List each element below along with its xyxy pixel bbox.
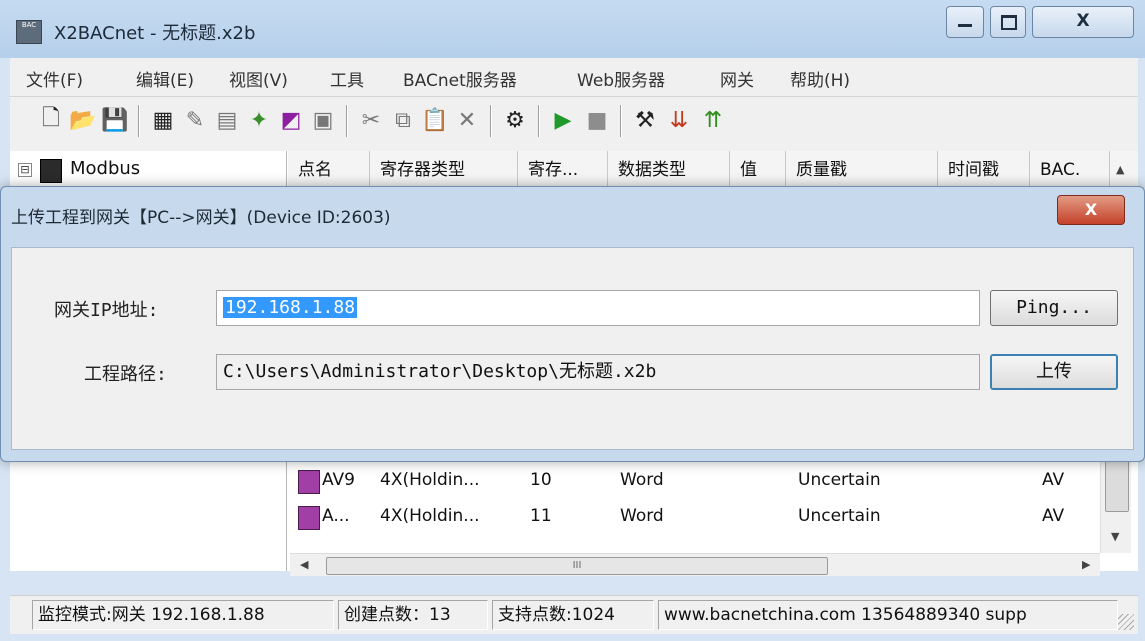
cell-bacnet: AV xyxy=(1042,506,1065,526)
new-device-icon[interactable]: ✦ xyxy=(244,105,274,135)
table-icon[interactable]: ▤ xyxy=(212,105,242,135)
cell-register-type: 4X(Holdin... xyxy=(380,470,480,490)
dialog-close-button[interactable]: X xyxy=(1057,195,1125,225)
cut-icon[interactable]: ✂ xyxy=(356,105,386,135)
menu-view[interactable]: 视图(V) xyxy=(229,66,288,91)
tree-expander[interactable]: ⊟ xyxy=(18,163,32,177)
toolbar-separator xyxy=(346,105,347,137)
properties-icon[interactable]: ▣ xyxy=(308,105,338,135)
menu-file[interactable]: 文件(F) xyxy=(26,66,83,91)
dialog-body: 网关IP地址: 192.168.1.88 Ping... 工程路径: C:\Us… xyxy=(11,247,1134,450)
scroll-down-icon[interactable]: ▼ xyxy=(1111,530,1119,543)
upload-dialog: 上传工程到网关【PC-->网关】(Device ID:2603) X 网关IP地… xyxy=(0,186,1145,462)
delete-icon[interactable]: ✕ xyxy=(452,105,482,135)
menu-help[interactable]: 帮助(H) xyxy=(790,66,850,91)
status-created-points: 创建点数：13 xyxy=(338,600,488,630)
digital-icon[interactable]: ◩ xyxy=(276,105,306,135)
col-point-name[interactable]: 点名 xyxy=(288,151,370,189)
col-data-type[interactable]: 数据类型 xyxy=(608,151,730,189)
resize-grip[interactable] xyxy=(1118,614,1134,630)
status-supported-points: 支持点数:1024 xyxy=(492,600,654,630)
window-close-button[interactable]: X xyxy=(1032,6,1134,38)
col-timestamp[interactable]: 时间戳 xyxy=(938,151,1030,189)
maximize-icon xyxy=(1001,15,1017,30)
project-path-label: 工程路径: xyxy=(84,364,167,385)
table-row[interactable]: A... 4X(Holdin... 11 Word Uncertain AV xyxy=(288,499,1098,535)
window-title: X2BACnet - 无标题.x2b xyxy=(54,23,256,44)
ping-button[interactable]: Ping... xyxy=(990,290,1118,326)
upload-button[interactable]: 上传 xyxy=(990,354,1118,390)
toolbar-separator xyxy=(138,105,139,137)
cell-data-type: Word xyxy=(620,506,664,526)
gateway-ip-input[interactable]: 192.168.1.88 xyxy=(216,290,980,326)
toolbar-separator xyxy=(538,105,539,137)
minimize-button[interactable] xyxy=(946,6,984,38)
gateway-ip-label: 网关IP地址: xyxy=(54,300,159,321)
scroll-up-icon[interactable]: ▲ xyxy=(1116,163,1124,176)
paste-icon[interactable]: 📋 xyxy=(420,105,450,135)
table-header: 点名 寄存器类型 寄存... 数据类型 值 质量戳 时间戳 BAC. ▲ xyxy=(288,151,1138,190)
gateway-ip-value: 192.168.1.88 xyxy=(223,297,358,318)
toolbar-separator xyxy=(490,105,491,137)
build-icon[interactable]: ⚙ xyxy=(500,105,530,135)
analog-value-icon xyxy=(298,506,320,530)
col-quality[interactable]: 质量戳 xyxy=(786,151,938,189)
toolbar-separator xyxy=(620,105,621,137)
cell-register: 10 xyxy=(530,470,552,490)
run-icon[interactable]: ▶ xyxy=(548,105,578,135)
analog-value-icon xyxy=(298,470,320,494)
horizontal-scroll-thumb[interactable]: III xyxy=(326,557,828,575)
cell-data-type: Word xyxy=(620,470,664,490)
toolbar: 🗋 📂 💾 ▦ ✎ ▤ ✦ ◩ ▣ ✂ ⧉ 📋 ✕ ⚙ ▶ ■ ⚒ ⇊ ⇈ xyxy=(10,97,1138,152)
cell-quality: Uncertain xyxy=(798,470,881,490)
cell-point-name: AV9 xyxy=(322,470,355,490)
table-row[interactable]: AV9 4X(Holdin... 10 Word Uncertain AV xyxy=(288,463,1098,499)
cell-quality: Uncertain xyxy=(798,506,881,526)
cell-point-name: A... xyxy=(322,506,350,526)
load-icon[interactable]: ⇊ xyxy=(664,105,694,135)
maximize-button[interactable] xyxy=(990,6,1026,38)
menu-bar: 文件(F) 编辑(E) 视图(V) 工具 BACnet服务器 Web服务器 网关… xyxy=(10,58,1138,97)
app-icon: BAC xyxy=(16,20,42,44)
menu-edit[interactable]: 编辑(E) xyxy=(136,66,194,91)
scroll-left-icon[interactable]: ◀ xyxy=(300,558,308,571)
minimize-icon xyxy=(958,24,972,27)
project-path-field[interactable]: C:\Users\Administrator\Desktop\无标题.x2b xyxy=(216,354,980,390)
copy-icon[interactable]: ⧉ xyxy=(388,105,418,135)
close-icon: X xyxy=(1076,11,1090,31)
tree-item-modbus[interactable]: Modbus xyxy=(70,158,140,179)
upload-icon[interactable]: ⇈ xyxy=(698,105,728,135)
close-icon: X xyxy=(1084,200,1098,219)
status-bar: 监控模式:网关 192.168.1.88 创建点数：13 支持点数:1024 w… xyxy=(10,595,1138,634)
stop-icon[interactable]: ■ xyxy=(582,105,612,135)
dialog-title: 上传工程到网关【PC-->网关】(Device ID:2603) xyxy=(11,208,391,228)
cell-register: 11 xyxy=(530,506,552,526)
menu-gateway[interactable]: 网关 xyxy=(720,66,754,91)
cell-register-type: 4X(Holdin... xyxy=(380,506,480,526)
horizontal-scrollbar[interactable]: ◀ III ▶ xyxy=(290,553,1100,576)
col-value[interactable]: 值 xyxy=(730,151,786,189)
col-register-type[interactable]: 寄存器类型 xyxy=(370,151,518,189)
col-bacnet[interactable]: BAC. xyxy=(1030,151,1110,189)
cell-bacnet: AV xyxy=(1042,470,1065,490)
open-folder-icon[interactable]: 📂 xyxy=(68,105,98,135)
menu-web-server[interactable]: Web服务器 xyxy=(577,66,665,91)
status-monitor-mode: 监控模式:网关 192.168.1.88 xyxy=(32,600,334,630)
status-contact: www.bacnetchina.com 13564889340 supp xyxy=(658,600,1118,630)
menu-tools[interactable]: 工具 xyxy=(330,66,364,91)
tools-icon[interactable]: ⚒ xyxy=(630,105,660,135)
title-bar[interactable]: BAC X2BACnet - 无标题.x2b X xyxy=(0,0,1145,58)
col-register[interactable]: 寄存... xyxy=(518,151,608,189)
scroll-right-icon[interactable]: ▶ xyxy=(1082,558,1090,571)
new-file-icon[interactable]: 🗋 xyxy=(36,105,66,135)
add-point-icon[interactable]: ✎ xyxy=(180,105,210,135)
save-icon[interactable]: 💾 xyxy=(100,105,130,135)
modbus-device-icon[interactable]: ▦ xyxy=(148,105,178,135)
modbus-device-icon xyxy=(40,159,62,183)
vertical-scroll-thumb[interactable] xyxy=(1105,460,1129,512)
menu-bacnet-server[interactable]: BACnet服务器 xyxy=(403,66,517,91)
